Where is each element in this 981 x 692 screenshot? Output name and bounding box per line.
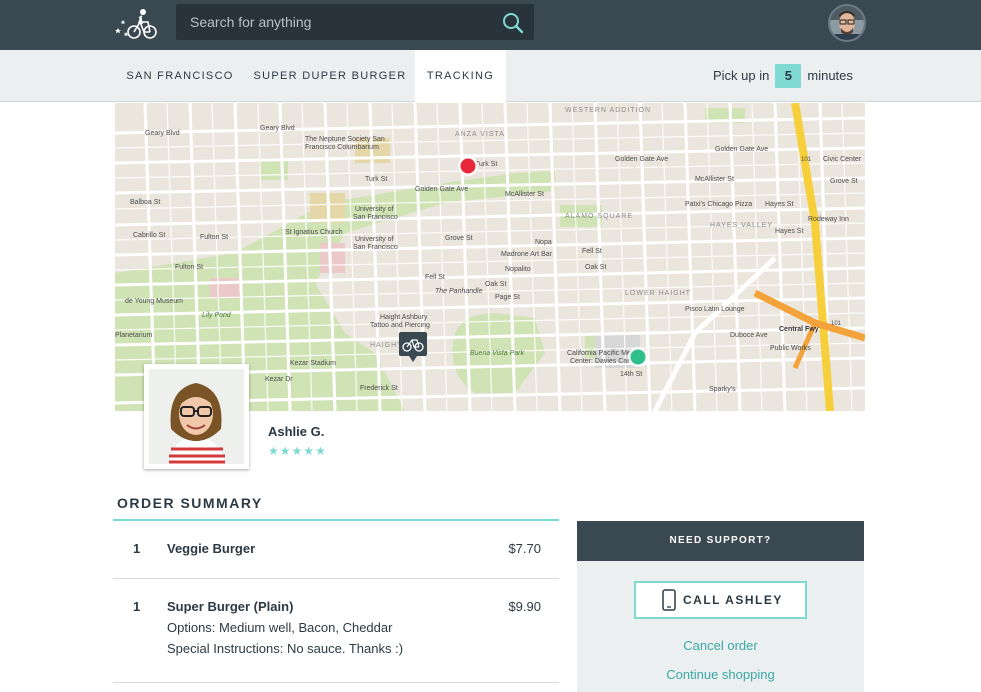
map-label: Civic Center — [823, 156, 862, 163]
map-label: Page St — [495, 294, 520, 301]
map-label: Grove St — [830, 178, 858, 185]
map-label: Haight Ashbury — [380, 314, 428, 321]
map-label: Frederick St — [360, 385, 398, 392]
order-item: 1 Veggie Burger $7.70 — [113, 521, 559, 579]
driver-rating-stars: ★★★★★ — [268, 444, 327, 458]
map-label: HAYES VALLEY — [710, 222, 773, 229]
map-label: Central Fwy — [779, 326, 819, 333]
map-label: Hayes St — [775, 228, 803, 235]
map-label: Buena Vista Park — [470, 350, 524, 357]
map-label: Tattoo and Piercing — [370, 322, 430, 329]
map-label: Golden Gate Ave — [715, 146, 768, 153]
map-label: WESTERN ADDITION — [565, 107, 651, 114]
item-price: $7.70 — [508, 541, 541, 556]
call-driver-button[interactable]: CALL ASHLEY — [634, 581, 807, 619]
map-label: Turk St — [365, 176, 387, 183]
search-input[interactable] — [176, 4, 496, 40]
map-label: ALAMO SQUARE — [565, 213, 633, 220]
map-label: Fell St — [425, 274, 445, 281]
top-bar — [0, 0, 981, 50]
map-label: Balboa St — [130, 199, 160, 206]
map-label: Kezar Dr — [265, 376, 293, 383]
item-price: $9.90 — [508, 599, 541, 614]
map-label: McAllister St — [505, 191, 544, 198]
search-bar — [176, 4, 534, 40]
map-label: 101 — [801, 157, 812, 163]
support-panel: NEED SUPPORT? CALL ASHLEY Cancel order C… — [577, 521, 864, 692]
postmates-logo-icon[interactable] — [112, 6, 160, 42]
map-label: Pisco Latin Lounge — [685, 306, 745, 313]
driver-photo — [144, 364, 249, 469]
map-label: Fulton St — [175, 264, 203, 271]
map-label: ANZA VISTA — [455, 131, 505, 138]
item-quantity: 1 — [133, 541, 141, 556]
map-label: Cabrillo St — [133, 232, 165, 239]
map-label: Kezar Stadium — [290, 360, 336, 367]
map-label: St Ignatius Church — [285, 229, 343, 236]
breadcrumb-nav: SAN FRANCISCO SUPER DUPER BURGER TRACKIN… — [0, 50, 981, 102]
app-root: SAN FRANCISCO SUPER DUPER BURGER TRACKIN… — [0, 0, 981, 692]
map-label: Geary Blvd — [260, 125, 295, 132]
map-label: Francisco Columbarium — [305, 144, 379, 151]
map-label: The Neptune Society San — [305, 136, 385, 143]
map-label: Oak St — [485, 281, 506, 288]
cancel-order-link[interactable]: Cancel order — [577, 638, 864, 653]
map-label: Oak St — [585, 264, 606, 271]
map-label: Golden Gate Ave — [615, 156, 668, 163]
map-label: McAllister St — [695, 176, 734, 183]
map-label: Sparky's — [709, 386, 736, 393]
map-label: Turk St — [475, 161, 497, 168]
map-label: Grove St — [445, 235, 473, 242]
map-label: Lily Pond — [202, 312, 232, 319]
phone-icon — [662, 589, 676, 611]
item-instructions: Special Instructions: No sauce. Thanks :… — [167, 641, 404, 656]
driver-marker[interactable] — [628, 347, 648, 367]
map-label: University of — [355, 236, 394, 243]
map-label: Duboce Ave — [730, 332, 768, 339]
item-options: Options: Medium well, Bacon, Cheddar — [167, 620, 393, 635]
map-label: Public Works — [770, 345, 811, 352]
map-label: Fulton St — [200, 234, 228, 241]
map-label: Patxi's Chicago Pizza — [685, 201, 752, 208]
item-name: Super Burger (Plain) — [167, 599, 294, 614]
map-label: Geary Blvd — [145, 130, 180, 137]
search-icon[interactable] — [502, 12, 524, 34]
map-label: Nopalito — [505, 266, 531, 273]
continue-shopping-link[interactable]: Continue shopping — [577, 667, 864, 682]
map-label: Planetarium — [115, 332, 153, 339]
user-avatar[interactable] — [828, 4, 866, 42]
map-label: Golden Gate Ave — [415, 186, 468, 193]
tab-super-duper-burger[interactable]: SUPER DUPER BURGER — [250, 50, 410, 102]
tab-tracking[interactable]: TRACKING — [415, 50, 506, 102]
map-label: 14th St — [620, 371, 642, 378]
map-label: Rodeway Inn — [808, 216, 849, 223]
map-label: Fell St — [582, 248, 602, 255]
map-label: The Panhandle — [435, 288, 483, 295]
tab-san-francisco[interactable]: SAN FRANCISCO — [116, 50, 244, 102]
map-label: 101 — [831, 321, 842, 327]
item-quantity: 1 — [133, 599, 141, 614]
driver-name: Ashlie G. — [268, 424, 325, 439]
map-label: Madrone Art Bar — [501, 251, 553, 258]
order-item: 1 Super Burger (Plain) $9.90 Options: Me… — [113, 579, 559, 683]
map-label: HAIGHT — [370, 342, 402, 349]
destination-marker[interactable] — [458, 156, 478, 176]
pickup-eta: Pick up in 5 minutes — [713, 63, 853, 89]
pickup-suffix: minutes — [807, 68, 853, 83]
map-label: University of — [355, 206, 394, 213]
map-label: Nopa — [535, 239, 552, 246]
map-label: San Francisco — [353, 214, 398, 221]
call-button-label: CALL ASHLEY — [683, 593, 783, 607]
item-name: Veggie Burger — [167, 541, 256, 556]
pickup-minutes-badge: 5 — [775, 64, 802, 88]
pickup-prefix: Pick up in — [713, 68, 770, 83]
map-label: LOWER HAIGHT — [625, 290, 691, 297]
map-label: de Young Museum — [125, 298, 183, 305]
map-label: San Francisco — [353, 244, 398, 251]
support-title: NEED SUPPORT? — [577, 521, 864, 561]
order-summary-title: ORDER SUMMARY — [117, 495, 263, 511]
map-label: Hayes St — [765, 201, 793, 208]
